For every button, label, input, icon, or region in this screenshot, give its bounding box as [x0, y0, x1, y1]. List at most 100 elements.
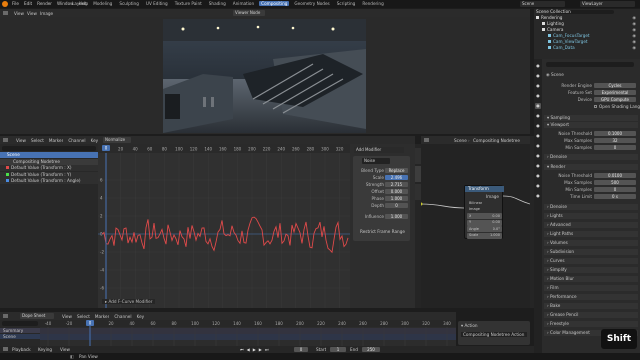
r-max-field[interactable]: 500 [594, 180, 636, 185]
section-denoise[interactable]: › Denoise [544, 204, 638, 210]
section-viewport[interactable]: ▾ Viewport [544, 122, 638, 128]
timeline-type-icon[interactable] [3, 347, 8, 351]
feature-set-field[interactable]: Experimental [594, 90, 636, 95]
scene-row[interactable]: Scene [0, 334, 40, 339]
world-icon[interactable]: ● [535, 113, 541, 119]
playback-menu[interactable]: Playback [12, 347, 31, 352]
scene-selector[interactable]: Scene [520, 1, 565, 7]
texture-icon[interactable]: ● [535, 193, 541, 199]
viewport-menu-image[interactable]: Image [40, 11, 53, 16]
node-field[interactable]: X 0.00 [467, 213, 502, 219]
jump-end-icon[interactable]: ⏭ [265, 347, 269, 352]
summary-row[interactable]: Summary [0, 328, 40, 333]
section-lights[interactable]: › Lights [544, 213, 638, 219]
dopesheet-menu-key[interactable]: Key [137, 314, 145, 319]
start-frame-field[interactable]: 1 [330, 347, 346, 352]
r-noise-field[interactable]: 0.0100 [594, 173, 636, 178]
v-noise-field[interactable]: 0.1000 [594, 131, 636, 136]
dopesheet-search-input[interactable] [2, 321, 38, 326]
data-icon[interactable]: ● [535, 183, 541, 189]
eye-icon[interactable]: ◉ [632, 15, 636, 20]
render-icon[interactable]: ● [535, 73, 541, 79]
action-selector[interactable]: Compositing Nodetree Action [461, 332, 527, 337]
modifier-icon[interactable]: ● [535, 143, 541, 149]
menu-edit[interactable]: Edit [24, 1, 32, 6]
constraint-icon[interactable]: ● [535, 173, 541, 179]
eye-icon[interactable]: ◉ [632, 27, 636, 32]
section-curves[interactable]: › Curves [544, 258, 638, 264]
current-frame-field[interactable]: 0 [294, 347, 308, 352]
graph-menu-select[interactable]: Select [31, 138, 44, 143]
dopesheet-timeline[interactable]: -40 -20 0 20 40 60 80 100 120 140 160 180 200 220 240 2… [40, 320, 456, 346]
section-performance[interactable]: › Performance [544, 294, 638, 300]
graph-editor-type-icon[interactable] [3, 138, 8, 142]
node-field[interactable]: Y 0.00 [467, 219, 502, 226]
graph-menu-view[interactable]: View [16, 138, 26, 143]
modifier-row-field[interactable]: 0 [385, 203, 408, 208]
graph-menu-channel[interactable]: Channel [68, 138, 85, 143]
object-icon[interactable]: ● [535, 133, 541, 139]
dopesheet-menu-select[interactable]: Select [77, 314, 90, 319]
transform-node[interactable]: Transform Image Bilinear Image X 0.00 Y 0.00 A… [464, 185, 504, 239]
breadcrumb-nodetree[interactable]: Compositing Nodetree [473, 138, 520, 143]
keying-menu[interactable]: Keying [38, 347, 52, 352]
graph-menu-key[interactable]: Key [91, 138, 99, 143]
workspace-tab-rendering[interactable]: Rendering [360, 1, 385, 6]
workspace-tab-uv-editing[interactable]: UV Editing [144, 1, 170, 6]
dopesheet-menu-view[interactable]: View [62, 314, 72, 319]
outliner-item[interactable]: Cam_Data ◉ [534, 45, 640, 51]
dopesheet-menu-channel[interactable]: Channel [114, 314, 131, 319]
modifier-row-field[interactable]: 1.000 [385, 196, 408, 201]
output-icon[interactable]: ● [535, 83, 541, 89]
section-advanced[interactable]: › Advanced [544, 222, 638, 228]
section-subdivision[interactable]: › Subdivision [544, 249, 638, 255]
workspace-tab-texture-paint[interactable]: Texture Paint [173, 1, 204, 6]
particles-icon[interactable]: ● [535, 153, 541, 159]
node-field[interactable]: Bilinear [467, 200, 502, 206]
v-min-field[interactable]: 0 [594, 145, 636, 150]
channel-row[interactable]: Default Value (Transform : Y) [0, 171, 98, 178]
graph-area[interactable]: 0 20 40 60 80 100 120 140 160 180 200 220 240 260 280 3… [98, 144, 350, 308]
image-viewer[interactable] [0, 17, 530, 134]
node-field[interactable]: Angle 0.0° [467, 226, 502, 232]
physics-icon[interactable]: ● [535, 163, 541, 169]
v-max-field[interactable]: 32 [594, 138, 636, 143]
channel-row[interactable]: Default Value (Transform : Angle) [0, 178, 98, 184]
workspace-tab-geometry-nodes[interactable]: Geometry Nodes [292, 1, 331, 6]
channel-row[interactable]: Default Value (Transform : X) [0, 165, 98, 171]
viewer-node-selector[interactable]: Viewer Node [233, 10, 265, 16]
eye-icon[interactable]: ◉ [632, 39, 636, 44]
modifier-row-field[interactable]: 0.000 [385, 189, 408, 194]
section-motion-blur[interactable]: › Motion Blur [544, 276, 638, 282]
prev-key-icon[interactable]: ◀ [247, 347, 250, 352]
node-field[interactable]: Scale 1.000 [467, 232, 502, 239]
normalize-toggle[interactable]: Normalize [103, 137, 131, 143]
section-film[interactable]: › Film [544, 285, 638, 291]
section-bake[interactable]: › Bake [544, 303, 638, 309]
end-frame-field[interactable]: 250 [362, 347, 380, 352]
section-freestyle[interactable]: › Freestyle [544, 321, 638, 327]
modifier-row-field[interactable]: Replace [385, 168, 408, 173]
workspace-tab-shading[interactable]: Shading [207, 1, 228, 6]
view-layer-icon[interactable]: ● [535, 93, 541, 99]
section-render[interactable]: ▾ Render [544, 164, 638, 170]
modifier-row-field[interactable]: 2.715 [385, 182, 408, 187]
eye-icon[interactable]: ◉ [632, 21, 636, 26]
last-operator-panel[interactable]: ▸ Add F-Curve Modifier [102, 299, 156, 304]
dopesheet-ruler-bg[interactable] [40, 320, 456, 327]
device-field[interactable]: GPU Compute [594, 97, 636, 102]
scene-icon[interactable]: ● [535, 103, 541, 109]
workspace-tab-modeling[interactable]: Modeling [91, 1, 114, 6]
viewport-menu-view2[interactable]: View [27, 11, 37, 16]
channel-search-input[interactable] [2, 146, 96, 151]
section-denoise-viewport[interactable]: › Denoise [544, 154, 638, 160]
render-engine-field[interactable]: Cycles [594, 83, 636, 88]
node-editor-type-icon[interactable] [424, 138, 429, 142]
properties-search-input[interactable] [546, 62, 634, 67]
viewport-menu-view[interactable]: View [14, 11, 24, 16]
eye-icon[interactable]: ◉ [632, 33, 636, 38]
dopesheet-menu-marker[interactable]: Marker [95, 314, 109, 319]
workspace-tab-sculpting[interactable]: Sculpting [117, 1, 141, 6]
channel-row[interactable]: Compositing Nodetree [0, 158, 98, 165]
blender-logo-icon[interactable] [2, 1, 8, 7]
